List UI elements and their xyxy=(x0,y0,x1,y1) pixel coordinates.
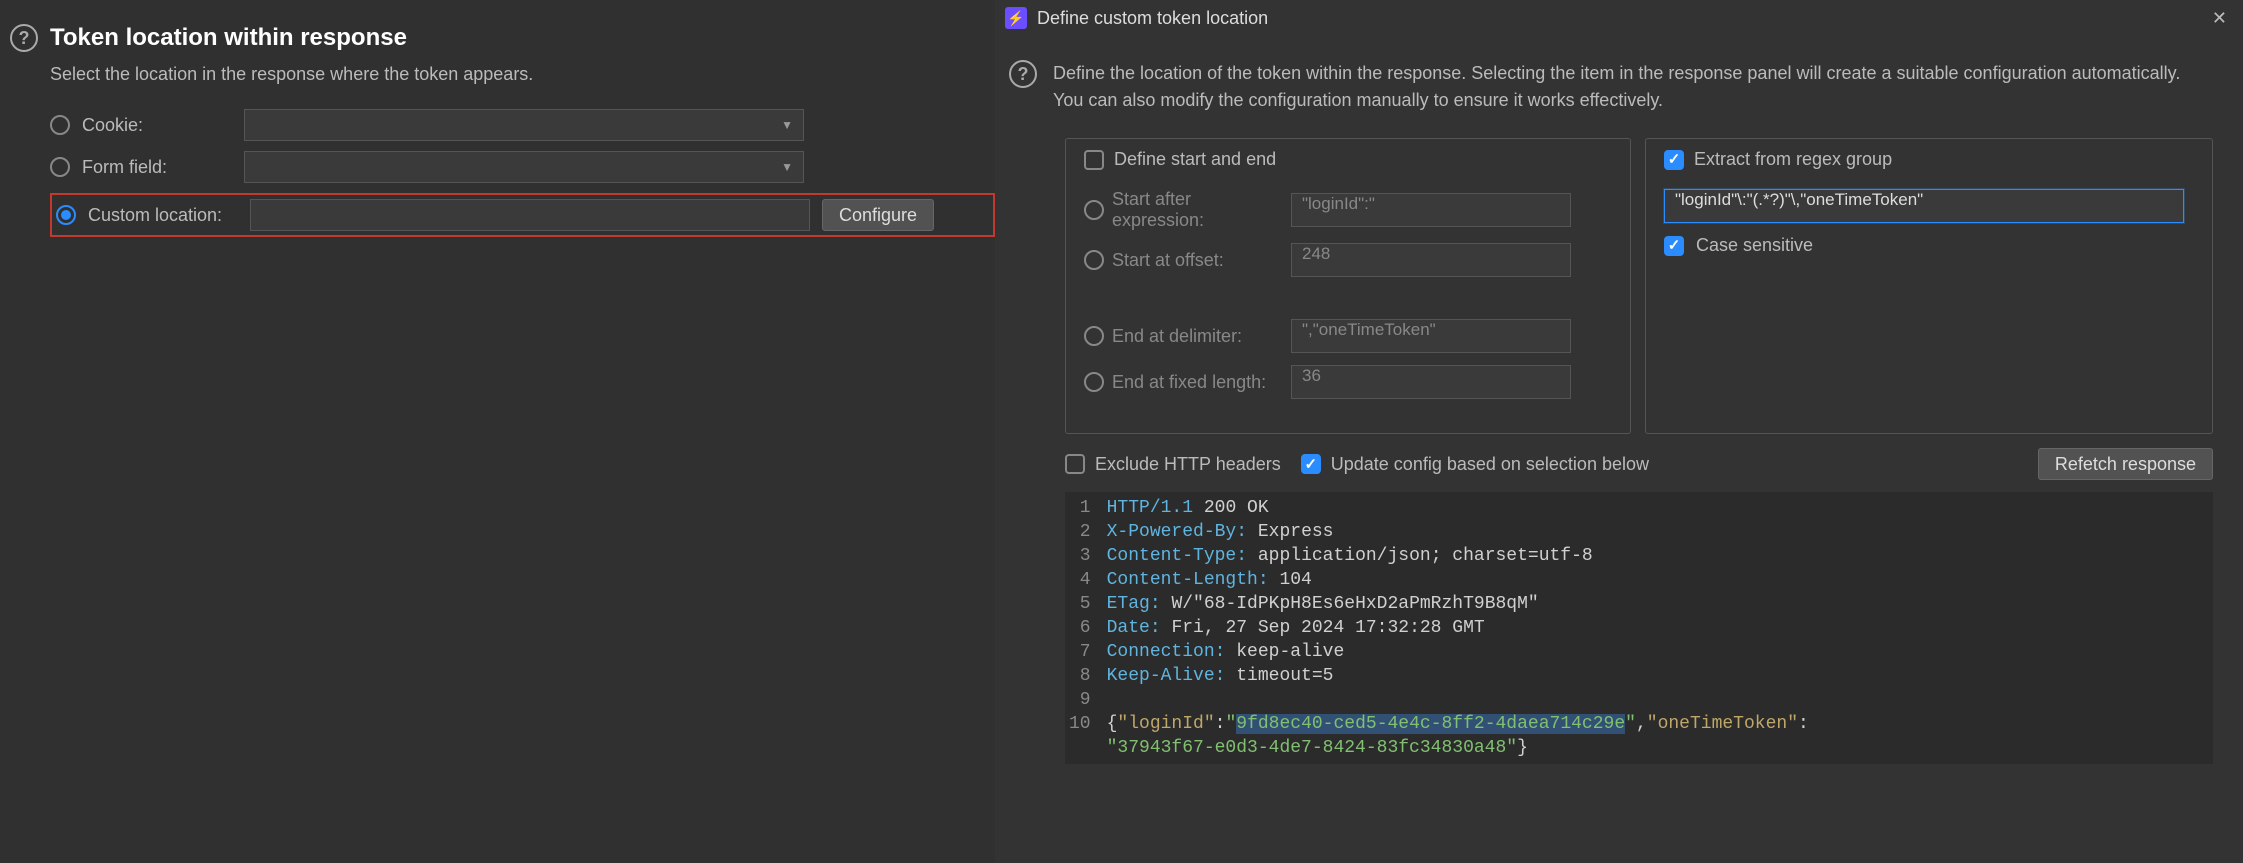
exclude-headers-label: Exclude HTTP headers xyxy=(1095,454,1281,475)
radio-cookie[interactable] xyxy=(50,115,70,135)
exclude-headers-checkbox[interactable] xyxy=(1065,454,1085,474)
regex-fieldset: Extract from regex group "loginId"\:"(.*… xyxy=(1645,138,2213,434)
radio-start-after-expr[interactable] xyxy=(1084,200,1104,220)
custom-location-input[interactable] xyxy=(250,199,810,231)
page-description: Select the location in the response wher… xyxy=(50,64,971,85)
input-end-length[interactable]: 36 xyxy=(1291,365,1571,399)
window-title: Define custom token location xyxy=(1037,8,1268,29)
case-sensitive-label: Case sensitive xyxy=(1696,235,1813,256)
response-editor[interactable]: 1 2 3 4 5 6 7 8 9 10 HTTP/1.1 200 OKX-Po… xyxy=(1065,492,2213,764)
label-start-after-expr: Start after expression: xyxy=(1112,189,1279,231)
chevron-down-icon: ▼ xyxy=(781,118,793,132)
option-formfield-row: Form field: ▼ xyxy=(50,151,971,183)
radio-custom[interactable] xyxy=(56,205,76,225)
define-start-end-checkbox[interactable] xyxy=(1084,150,1104,170)
refetch-response-button[interactable]: Refetch response xyxy=(2038,448,2213,480)
left-panel: ? Token location within response Select … xyxy=(0,0,995,863)
input-start-after-expr[interactable]: "loginId":" xyxy=(1291,193,1571,227)
help-icon[interactable]: ? xyxy=(1009,60,1037,88)
response-code[interactable]: HTTP/1.1 200 OKX-Powered-By: ExpressCont… xyxy=(1099,492,1817,764)
label-formfield: Form field: xyxy=(82,157,232,178)
define-start-end-fieldset: Define start and end Start after express… xyxy=(1065,138,1631,434)
radio-start-offset[interactable] xyxy=(1084,250,1104,270)
right-description: Define the location of the token within … xyxy=(1053,60,2213,114)
selected-token[interactable]: 9fd8ec40-ced5-4e4c-8ff2-4daea714c29e xyxy=(1236,714,1625,734)
radio-formfield[interactable] xyxy=(50,157,70,177)
close-icon[interactable]: ✕ xyxy=(2206,8,2233,29)
configure-button[interactable]: Configure xyxy=(822,199,934,231)
label-end-delimiter: End at delimiter: xyxy=(1112,326,1242,347)
page-title: Token location within response xyxy=(50,24,407,52)
input-start-offset[interactable]: 248 xyxy=(1291,243,1571,277)
titlebar: ⚡ Define custom token location ✕ xyxy=(995,0,2243,36)
update-config-checkbox[interactable] xyxy=(1301,454,1321,474)
cookie-select[interactable]: ▼ xyxy=(244,109,804,141)
radio-end-length[interactable] xyxy=(1084,372,1104,392)
help-icon[interactable]: ? xyxy=(10,24,38,52)
case-sensitive-checkbox[interactable] xyxy=(1664,236,1684,256)
update-config-label: Update config based on selection below xyxy=(1331,454,1649,475)
right-panel: ⚡ Define custom token location ✕ ? Defin… xyxy=(995,0,2243,863)
label-cookie: Cookie: xyxy=(82,115,232,136)
formfield-select[interactable]: ▼ xyxy=(244,151,804,183)
define-start-end-legend: Define start and end xyxy=(1114,149,1276,170)
label-custom: Custom location: xyxy=(88,205,238,226)
regex-checkbox[interactable] xyxy=(1664,150,1684,170)
app-icon: ⚡ xyxy=(1005,7,1027,29)
option-custom-highlight: Custom location: Configure xyxy=(50,193,995,237)
regex-input[interactable]: "loginId"\:"(.*?)"\,"oneTimeToken" xyxy=(1664,189,2184,223)
radio-end-delimiter[interactable] xyxy=(1084,326,1104,346)
regex-legend: Extract from regex group xyxy=(1694,149,1892,170)
option-cookie-row: Cookie: ▼ xyxy=(50,109,971,141)
input-end-delimiter[interactable]: ","oneTimeToken" xyxy=(1291,319,1571,353)
line-gutter: 1 2 3 4 5 6 7 8 9 10 xyxy=(1065,492,1099,764)
chevron-down-icon: ▼ xyxy=(781,160,793,174)
label-end-length: End at fixed length: xyxy=(1112,372,1266,393)
label-start-offset: Start at offset: xyxy=(1112,250,1224,271)
